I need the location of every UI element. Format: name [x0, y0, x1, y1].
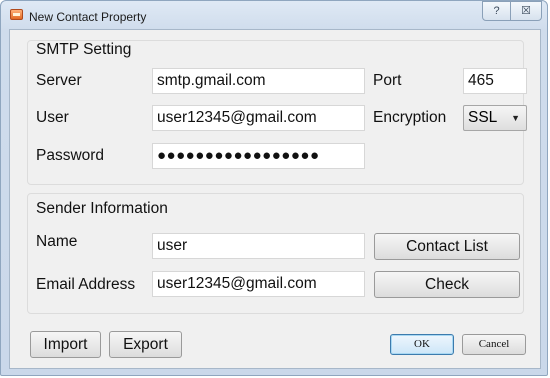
help-button[interactable]: ? [482, 1, 511, 21]
export-button[interactable]: Export [109, 331, 182, 358]
email-address-label: Email Address [36, 276, 136, 293]
port-label: Port [373, 72, 402, 89]
name-input[interactable]: user [152, 233, 365, 259]
check-button[interactable]: Check [374, 271, 520, 298]
title-bar[interactable]: New Contact Property ? ☒ [1, 1, 547, 29]
dialog-body: SMTP Setting Server smtp.gmail.com Port … [9, 29, 541, 369]
password-label: Password [36, 147, 105, 164]
server-input[interactable]: smtp.gmail.com [152, 68, 365, 94]
cancel-button[interactable]: Cancel [462, 334, 526, 355]
import-button[interactable]: Import [30, 331, 101, 358]
encryption-value: SSL [468, 109, 498, 126]
email-address-input[interactable]: user12345@gmail.com [152, 271, 365, 297]
ok-button[interactable]: OK [390, 334, 454, 355]
window-title: New Contact Property [29, 10, 147, 24]
server-label: Server [36, 72, 82, 89]
smtp-section-label: SMTP Setting [36, 41, 132, 58]
encryption-label: Encryption [373, 109, 447, 126]
name-label: Name [36, 233, 78, 250]
password-input[interactable]: ●●●●●●●●●●●●●●●●● [152, 143, 365, 169]
port-input[interactable]: 465 [463, 68, 527, 94]
contact-list-button[interactable]: Contact List [374, 233, 520, 260]
user-input[interactable]: user12345@gmail.com [152, 105, 365, 131]
app-icon [10, 9, 23, 20]
dialog-window: New Contact Property ? ☒ SMTP Setting Se… [0, 0, 548, 376]
user-label: User [36, 109, 69, 126]
close-button[interactable]: ☒ [510, 1, 542, 21]
chevron-down-icon: ▼ [511, 113, 520, 123]
sender-section-label: Sender Information [36, 200, 168, 217]
encryption-select[interactable]: SSL ▼ [463, 105, 527, 131]
